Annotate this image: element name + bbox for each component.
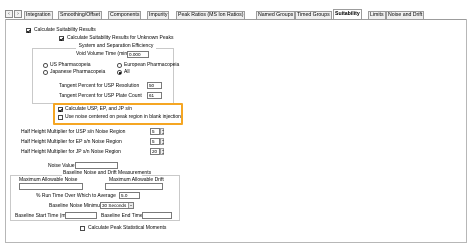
run-time-input[interactable]: 5.0 <box>119 192 140 199</box>
half-height-ep-spinner[interactable] <box>160 138 164 145</box>
peak-stats-checkbox[interactable] <box>80 226 85 231</box>
tab-impurity[interactable]: Impurity <box>147 11 170 19</box>
baseline-end-input[interactable] <box>142 212 172 219</box>
us-pharmacopeia-radio[interactable] <box>43 63 48 68</box>
tangent-plate-label: Tangent Percent for USP Plate Count <box>59 93 142 99</box>
calculate-unknown-label: Calculate Suitability Results for Unknow… <box>67 35 174 41</box>
baseline-start-input[interactable] <box>65 212 97 219</box>
half-height-jp-spinner[interactable] <box>160 148 164 155</box>
noise-centered-label: Use noise centered on peak region in bla… <box>65 114 181 120</box>
tangent-resolution-input[interactable]: 50 <box>147 82 162 89</box>
tab-suitability[interactable]: Suitability <box>333 9 362 19</box>
japanese-pharmacopeia-radio[interactable] <box>43 70 48 75</box>
tab-noise-and-drift[interactable]: Noise and Drift <box>386 11 425 19</box>
max-noise-input[interactable] <box>19 183 83 190</box>
run-time-label: % Run Time Over Which to Average <box>36 193 116 199</box>
calc-sn-label: Calculate USP, EP, and JP s/n <box>65 106 132 112</box>
baseline-group-title: Baseline Noise and Drift Measurements <box>62 170 152 176</box>
baseline-minimum-select[interactable]: 30 Seconds <box>100 202 134 209</box>
suitability-panel: Calculate Suitability Results Calculate … <box>5 19 467 243</box>
void-volume-input[interactable]: 0.000 <box>127 51 149 58</box>
void-volume-label: Void Volume Time (min) <box>76 51 129 57</box>
all-pharmacopeia-radio[interactable] <box>117 70 122 75</box>
half-height-ep-input[interactable]: 5 <box>150 138 160 145</box>
tangent-resolution-label: Tangent Percent for USP Resolution <box>59 83 140 89</box>
peak-stats-label: Calculate Peak Statistical Moments <box>88 225 167 231</box>
baseline-start-label: Baseline Start Time (min) <box>15 213 72 219</box>
calc-sn-checkbox[interactable] <box>58 107 63 112</box>
japanese-pharmacopeia-label: Japanese Pharmacopeia <box>50 69 106 75</box>
half-height-jp-label: Half Height Multiplier for JP s/n Noise … <box>21 149 121 155</box>
european-pharmacopeia-label: European Pharmacopeia <box>124 62 180 68</box>
baseline-minimum-label: Baseline Noise Minimum <box>49 203 105 209</box>
calculate-unknown-checkbox[interactable] <box>59 36 64 41</box>
tab-named-groups[interactable]: Named Groups <box>256 11 296 19</box>
method-dialog: ‹ › Integration Smoothing/Offset Compone… <box>0 0 474 252</box>
noise-value-input[interactable] <box>75 162 118 169</box>
us-pharmacopeia-label: US Pharmacopeia <box>50 62 91 68</box>
all-pharmacopeia-label: All <box>124 69 130 75</box>
calculate-suitability-label: Calculate Suitability Results <box>34 27 96 33</box>
half-height-usp-input[interactable]: 5 <box>150 128 160 135</box>
tab-integration[interactable]: Integration <box>24 11 53 19</box>
half-height-usp-label: Half Height Multiplier for USP s/n Noise… <box>21 129 126 135</box>
tab-components[interactable]: Components <box>108 11 142 19</box>
half-height-ep-label: Half Height Multiplier for EP s/n Noise … <box>21 139 122 145</box>
half-height-usp-spinner[interactable] <box>160 128 164 135</box>
separation-group-title: System and Separation Efficiency <box>76 43 156 49</box>
tab-scroll-left-icon[interactable]: ‹ <box>5 10 13 18</box>
half-height-jp-input[interactable]: 20 <box>150 148 160 155</box>
tab-scroll-right-icon[interactable]: › <box>14 10 22 18</box>
tab-timed-groups[interactable]: Timed Groups <box>295 11 332 19</box>
european-pharmacopeia-radio[interactable] <box>117 63 122 68</box>
max-drift-input[interactable] <box>105 183 163 190</box>
tab-peak-ratios[interactable]: Peak Ratios (MS Ion Ratios) <box>176 11 246 19</box>
chevron-down-icon[interactable] <box>128 203 133 208</box>
tangent-plate-input[interactable]: 61 <box>147 92 162 99</box>
noise-centered-checkbox[interactable] <box>58 115 63 120</box>
tab-smoothing-offset[interactable]: Smoothing/Offset <box>58 11 102 19</box>
baseline-minimum-value: 30 Seconds <box>102 203 127 208</box>
calculate-suitability-checkbox[interactable] <box>26 28 31 33</box>
tab-limits[interactable]: Limits <box>368 11 386 19</box>
